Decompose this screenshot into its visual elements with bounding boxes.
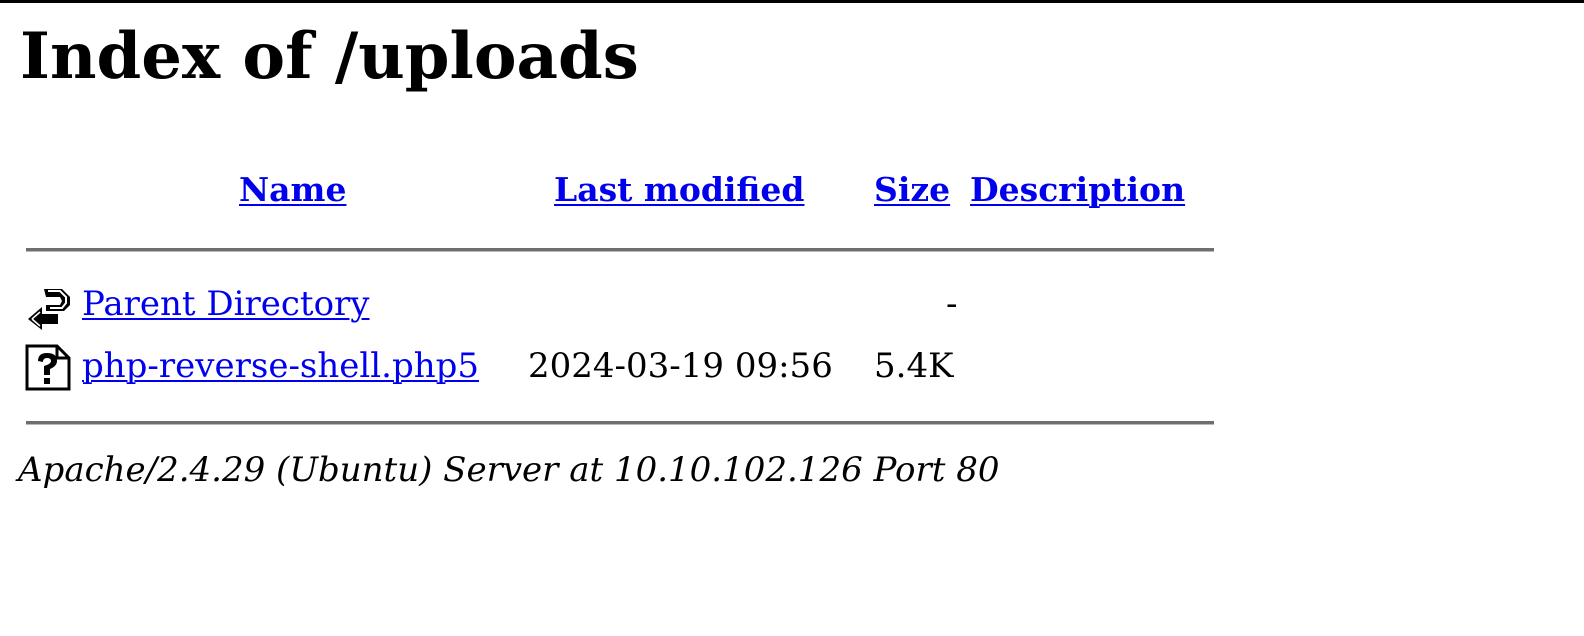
column-header-name: Name — [239, 170, 346, 210]
header-divider — [26, 248, 1214, 252]
column-header-description: Description — [970, 170, 1185, 210]
server-signature: Apache/2.4.29 (Ubuntu) Server at 10.10.1… — [18, 450, 1000, 490]
column-header-size: Size — [874, 170, 950, 210]
sort-by-size-link[interactable]: Size — [874, 170, 950, 209]
sort-by-description-link[interactable]: Description — [970, 170, 1185, 209]
list-item-name: Parent Directory — [82, 284, 370, 325]
parent-directory-link[interactable]: Parent Directory — [82, 284, 370, 324]
footer-divider — [26, 421, 1214, 425]
list-item-last-modified: 2024-03-19 09:56 — [528, 346, 833, 386]
unknown-file-icon[interactable] — [24, 343, 72, 391]
list-item-name: php-reverse-shell.php5 — [82, 346, 479, 387]
page-title: Index of /uploads — [20, 19, 639, 94]
back-arrow-icon[interactable] — [24, 283, 72, 331]
directory-listing-page: Index of /uploads Name Last modified Siz… — [0, 0, 1584, 636]
list-item-size: - — [946, 284, 958, 324]
sort-by-name-link[interactable]: Name — [239, 170, 346, 209]
file-link-php-reverse-shell[interactable]: php-reverse-shell.php5 — [82, 346, 479, 386]
sort-by-last-modified-link[interactable]: Last modified — [554, 170, 805, 209]
list-item-size: 5.4K — [874, 346, 954, 386]
column-header-last-modified: Last modified — [554, 170, 805, 210]
